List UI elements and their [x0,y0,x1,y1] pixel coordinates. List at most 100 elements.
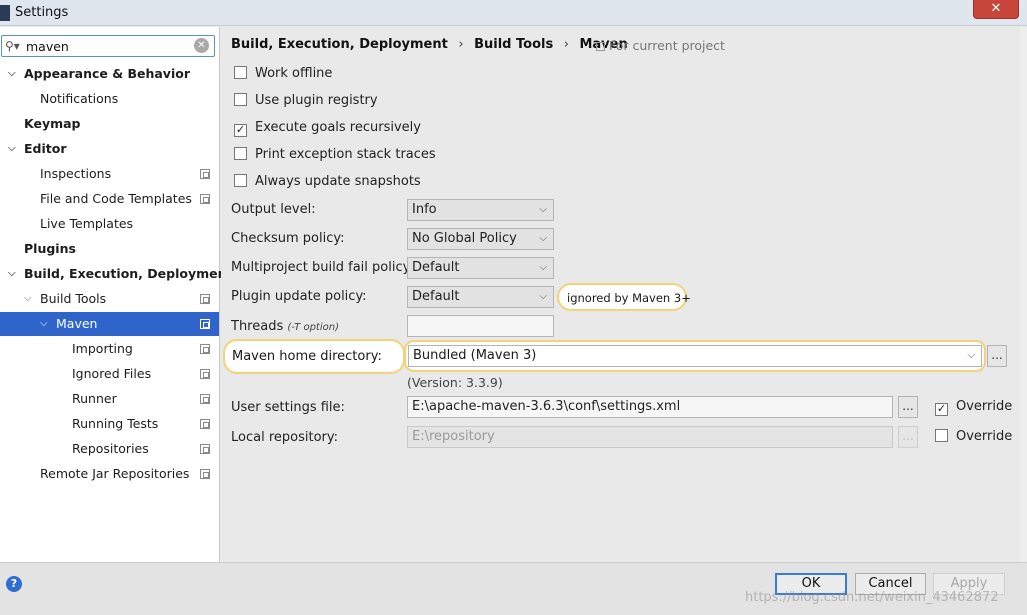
project-scope-label: For current project [609,38,725,53]
chevron-down-icon: ⌵ [539,262,547,273]
settings-tree-pane: ⚲▾ ✕ ⌵ Appearance & Behavior Notificatio… [0,27,232,562]
threads-label: Threads (-T option) [231,319,339,334]
local-repository-override-row[interactable]: Override [935,429,1012,447]
chevron-down-icon[interactable]: ⌵ [8,62,16,86]
app-icon [0,5,10,21]
local-repository-browse-button[interactable]: ... [898,426,918,448]
checksum-policy-label: Checksum policy: [231,231,345,246]
always-update-snapshots-checkbox-row[interactable]: Always update snapshots [234,174,421,192]
tree-item-label: Inspections [40,166,112,181]
work-offline-checkbox-row[interactable]: Work offline [234,66,332,84]
user-settings-input[interactable]: E:\apache-maven-3.6.3\conf\settings.xml [407,396,893,418]
breadcrumb-item[interactable]: Build, Execution, Deployment [231,37,448,52]
checksum-policy-value: No Global Policy [412,231,517,246]
tree-item-label: Repositories [72,441,149,456]
work-offline-label: Work offline [255,66,333,81]
watermark: https://blog.csdn.net/weixin_43462872 [745,590,999,605]
window-title: Settings [15,5,69,20]
tree-item-ignored-files[interactable]: Ignored Files [0,362,219,386]
project-scope-icon [596,42,605,51]
threads-hint: (-T option) [287,322,339,333]
chevron-down-icon[interactable]: ⌵ [8,262,16,286]
search-input[interactable] [26,38,192,54]
tree-item-file-and-code-templates[interactable]: File and Code Templates [0,187,219,211]
chevron-down-icon[interactable]: ⌵ [8,137,16,161]
print-exception-stack-traces-checkbox[interactable] [234,147,247,160]
tree-item-label: Notifications [40,91,119,106]
clear-search-icon[interactable]: ✕ [194,38,209,53]
project-scope-icon [200,294,210,304]
tree-item-runner[interactable]: Runner [0,387,219,411]
use-plugin-registry-checkbox-row[interactable]: Use plugin registry [234,93,378,111]
project-scope-icon [200,169,210,179]
checksum-policy-select[interactable]: No Global Policy ⌵ [407,228,554,250]
tree-item-maven[interactable]: ⌵ Maven [0,312,219,336]
local-repository-input[interactable]: E:\repository [407,426,893,448]
execute-goals-recursively-checkbox-row[interactable]: ✓ Execute goals recursively [234,120,421,138]
plugin-update-note-callout: ignored by Maven 3+ [557,283,691,311]
tree-item-importing[interactable]: Importing [0,337,219,361]
title-bar: Settings ✕ [0,0,1027,26]
help-icon[interactable]: ? [6,576,22,592]
always-update-snapshots-checkbox[interactable] [234,174,247,187]
local-repository-override-checkbox[interactable] [935,429,948,442]
tree-item-label: Build, Execution, Deployment [24,266,233,281]
multiproject-fail-policy-label: Multiproject build fail policy: [231,260,414,275]
tree-item-repositories[interactable]: Repositories [0,437,219,461]
tree-item-inspections[interactable]: Inspections [0,162,219,186]
tree-item-label: Keymap [24,116,81,131]
tree-item-notifications[interactable]: Notifications [0,87,219,111]
maven-home-value: Bundled (Maven 3) [413,348,537,363]
tree-item-remote-jar-repositories[interactable]: Remote Jar Repositories [0,462,219,486]
tree-item-build-tools[interactable]: ⌵ Build Tools [0,287,219,311]
execute-goals-recursively-label: Execute goals recursively [255,120,421,135]
scrollbar[interactable] [1020,27,1027,562]
tree-item-label: Remote Jar Repositories [40,466,190,481]
chevron-down-icon: ⌵ [539,233,547,244]
execute-goals-recursively-checkbox[interactable]: ✓ [234,124,247,137]
maven-home-select[interactable]: Bundled (Maven 3) ⌵ [408,345,982,367]
print-exception-stack-traces-checkbox-row[interactable]: Print exception stack traces [234,147,436,165]
project-scope-icon [200,369,210,379]
tree-item-plugins[interactable]: Plugins [0,237,219,261]
multiproject-fail-policy-select[interactable]: Default ⌵ [407,257,554,279]
local-repository-label: Local repository: [231,430,338,445]
maven-version-text: (Version: 3.3.9) [407,375,503,390]
plugin-update-policy-value: Default [412,289,460,304]
tree-item-build-execution-deployment[interactable]: ⌵ Build, Execution, Deployment [0,262,232,286]
user-settings-browse-button[interactable]: ... [898,396,918,418]
tree-item-editor[interactable]: ⌵ Editor [0,137,219,161]
plugin-update-note: ignored by Maven 3+ [567,291,691,305]
tree-item-appearance-behavior[interactable]: ⌵ Appearance & Behavior [0,62,219,86]
tree-item-label: File and Code Templates [40,191,192,206]
work-offline-checkbox[interactable] [234,66,247,79]
output-level-label: Output level: [231,202,316,217]
maven-home-label-callout: Maven home directory: [223,339,405,374]
chevron-down-icon[interactable]: ⌵ [24,287,32,311]
threads-input[interactable] [407,315,554,337]
tree-item-label: Plugins [24,241,76,256]
close-button[interactable]: ✕ [973,0,1019,19]
maven-home-browse-button[interactable]: ... [987,345,1007,367]
tree-item-label: Importing [72,341,133,356]
tree-item-running-tests[interactable]: Running Tests [0,412,219,436]
tree-item-label: Live Templates [40,216,134,231]
use-plugin-registry-checkbox[interactable] [234,93,247,106]
user-settings-override-row[interactable]: ✓ Override [935,399,1012,417]
breadcrumb-item[interactable]: Build Tools [474,37,553,52]
project-scope-icon [200,319,210,329]
tree-item-label: Build Tools [40,291,107,306]
user-settings-override-checkbox[interactable]: ✓ [935,403,948,416]
output-level-select[interactable]: Info ⌵ [407,199,554,221]
plugin-update-policy-select[interactable]: Default ⌵ [407,286,554,308]
search-icon[interactable]: ⚲▾ [5,39,20,53]
maven-home-label: Maven home directory: [232,349,382,364]
search-box[interactable]: ⚲▾ ✕ [1,35,215,57]
chevron-down-icon: ⌵ [539,291,547,302]
chevron-down-icon[interactable]: ⌵ [40,312,48,336]
project-scope-icon [200,419,210,429]
use-plugin-registry-label: Use plugin registry [255,93,378,108]
tree-item-label: Runner [72,391,117,406]
tree-item-keymap[interactable]: Keymap [0,112,219,136]
tree-item-live-templates[interactable]: Live Templates [0,212,219,236]
